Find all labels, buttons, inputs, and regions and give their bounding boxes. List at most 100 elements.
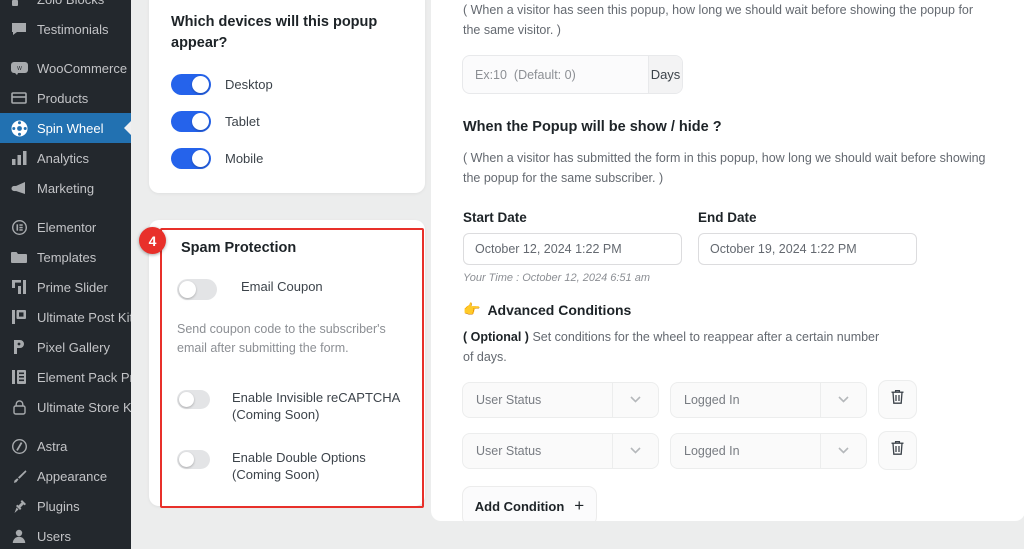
device-toggle-mobile[interactable]: Mobile bbox=[171, 148, 403, 170]
chevron-down-icon bbox=[820, 433, 866, 468]
sidebar-item-label: Elementor bbox=[37, 219, 97, 235]
show-hide-title: When the Popup will be show / hide ? bbox=[463, 119, 722, 135]
step-badge-4: 4 bbox=[139, 227, 166, 255]
sidebar-item-label: Spin Wheel bbox=[37, 120, 104, 136]
sidebar-item-pixel-gallery[interactable]: Pixel Gallery bbox=[0, 332, 131, 362]
sidebar-item-analytics[interactable]: Analytics bbox=[0, 143, 131, 173]
admin-screen: Zolo Blocks Testimonials W WooCommerce P… bbox=[0, 0, 1024, 549]
delete-condition-button[interactable] bbox=[879, 432, 916, 469]
sidebar-item-label: Testimonials bbox=[37, 21, 109, 37]
sidebar-item-plugins[interactable]: Plugins bbox=[0, 491, 131, 521]
sidebar-item-label: Astra bbox=[37, 438, 68, 454]
advanced-conditions-heading: 👉 Advanced Conditions bbox=[463, 301, 993, 318]
sidebar-item-label: Marketing bbox=[37, 180, 95, 196]
condition-value-value: Logged In bbox=[684, 443, 740, 458]
sidebar-item-label: Prime Slider bbox=[37, 279, 108, 295]
sidebar-item-label: Ultimate Post Kit bbox=[37, 309, 131, 325]
condition-field-value: User Status bbox=[476, 443, 542, 458]
element-pack-icon bbox=[9, 367, 29, 387]
condition-field-select[interactable]: User Status bbox=[463, 433, 658, 468]
optional-label: ( Optional ) bbox=[463, 330, 529, 344]
sidebar-item-prime-slider[interactable]: Prime Slider bbox=[0, 272, 131, 302]
advanced-conditions-description: ( Optional ) Set conditions for the whee… bbox=[463, 327, 883, 367]
sidebar-item-templates[interactable]: Templates bbox=[0, 242, 131, 272]
blocks-icon bbox=[9, 0, 29, 9]
device-toggle-label: Desktop bbox=[225, 76, 273, 92]
active-item-arrow bbox=[124, 120, 131, 136]
chevron-down-icon bbox=[820, 382, 866, 417]
tablet-switch[interactable] bbox=[171, 111, 211, 133]
plug-icon bbox=[9, 496, 29, 516]
sidebar-item-products[interactable]: Products bbox=[0, 83, 131, 113]
sidebar-item-label: Appearance bbox=[37, 468, 108, 484]
folder-icon bbox=[9, 247, 29, 267]
add-condition-button[interactable]: Add Condition + bbox=[463, 487, 596, 521]
recaptcha-row[interactable]: Enable Invisible reCAPTCHA (Coming Soon) bbox=[177, 389, 407, 424]
condition-field-value: User Status bbox=[476, 392, 542, 407]
sidebar-item-element-pack-pro[interactable]: Element Pack Pro bbox=[0, 362, 131, 392]
sidebar-item-users[interactable]: Users bbox=[0, 521, 131, 549]
spam-protection-title: Spam Protection bbox=[181, 240, 297, 257]
your-time-note: Your Time : October 12, 2024 6:51 am bbox=[463, 272, 651, 284]
sidebar-separator bbox=[0, 44, 131, 53]
sidebar-item-label: Pixel Gallery bbox=[37, 339, 110, 355]
sidebar-item-label: Ultimate Store Kit bbox=[37, 399, 131, 415]
sidebar-item-astra[interactable]: Astra bbox=[0, 431, 131, 461]
sidebar-item-elementor[interactable]: Elementor bbox=[0, 212, 131, 242]
settings-content: Which devices will this popup appear? De… bbox=[131, 0, 1024, 549]
wp-admin-sidebar: Zolo Blocks Testimonials W WooCommerce P… bbox=[0, 0, 131, 549]
chevron-down-icon bbox=[612, 433, 658, 468]
end-date-field[interactable]: October 19, 2024 1:22 PM bbox=[698, 233, 917, 265]
switch-knob bbox=[192, 113, 209, 131]
sidebar-item-marketing[interactable]: Marketing bbox=[0, 173, 131, 203]
analytics-bar-icon bbox=[9, 148, 29, 168]
devices-card: Which devices will this popup appear? De… bbox=[149, 0, 425, 194]
double-optin-row[interactable]: Enable Double Options (Coming Soon) bbox=[177, 449, 407, 484]
recaptcha-switch[interactable] bbox=[177, 389, 210, 409]
device-toggle-tablet[interactable]: Tablet bbox=[171, 111, 403, 133]
date-range: Start Date October 12, 2024 1:22 PM End … bbox=[463, 210, 993, 265]
switch-knob bbox=[179, 451, 194, 467]
condition-row: User Status Logged In bbox=[463, 432, 993, 469]
desktop-switch[interactable] bbox=[171, 74, 211, 96]
delete-condition-button[interactable] bbox=[879, 381, 916, 418]
sidebar-item-woocommerce[interactable]: W WooCommerce bbox=[0, 53, 131, 83]
post-kit-icon bbox=[9, 307, 29, 327]
sidebar-item-ultimate-post-kit[interactable]: Ultimate Post Kit bbox=[0, 302, 131, 332]
sidebar-item-ultimate-store-kit[interactable]: Ultimate Store Kit bbox=[0, 392, 131, 422]
start-date-field[interactable]: October 12, 2024 1:22 PM bbox=[463, 233, 682, 265]
device-toggle-label: Tablet bbox=[225, 113, 260, 129]
spam-extra-toggles: Enable Invisible reCAPTCHA (Coming Soon)… bbox=[177, 389, 407, 484]
astra-icon bbox=[9, 436, 29, 456]
sidebar-item-spin-wheel[interactable]: Spin Wheel bbox=[0, 113, 131, 143]
device-toggle-desktop[interactable]: Desktop bbox=[171, 74, 403, 96]
delay-days-group[interactable]: Days bbox=[463, 56, 682, 93]
sidebar-item-testimonials[interactable]: Testimonials bbox=[0, 14, 131, 44]
email-coupon-switch[interactable] bbox=[177, 279, 217, 301]
spam-protection-card: Spam Protection Email Coupon Send coupon… bbox=[149, 220, 425, 506]
sidebar-item-label: WooCommerce bbox=[37, 60, 128, 76]
sidebar-separator bbox=[0, 203, 131, 212]
email-coupon-row[interactable]: Email Coupon bbox=[177, 278, 407, 301]
sidebar-item-zolo-blocks[interactable]: Zolo Blocks bbox=[0, 0, 131, 14]
store-kit-lock-icon bbox=[9, 397, 29, 417]
sidebar-item-label: Plugins bbox=[37, 498, 80, 514]
chevron-down-icon bbox=[612, 382, 658, 417]
delay-days-input[interactable] bbox=[463, 56, 648, 93]
plus-icon: + bbox=[574, 496, 585, 515]
condition-value-select[interactable]: Logged In bbox=[671, 382, 866, 417]
megaphone-icon bbox=[9, 178, 29, 198]
condition-value-value: Logged In bbox=[684, 392, 740, 407]
add-condition-label: Add Condition bbox=[474, 498, 565, 514]
sidebar-item-label: Products bbox=[37, 90, 89, 106]
condition-value-select[interactable]: Logged In bbox=[671, 433, 866, 468]
delay-days-suffix: Days bbox=[648, 56, 682, 93]
mobile-switch[interactable] bbox=[171, 148, 211, 170]
double-optin-switch[interactable] bbox=[177, 449, 210, 469]
pointing-hand-icon: 👉 bbox=[463, 301, 481, 317]
sidebar-item-appearance[interactable]: Appearance bbox=[0, 461, 131, 491]
sidebar-item-label: Zolo Blocks bbox=[37, 0, 104, 6]
trash-icon bbox=[890, 440, 905, 461]
recaptcha-label: Enable Invisible reCAPTCHA (Coming Soon) bbox=[232, 389, 400, 423]
condition-field-select[interactable]: User Status bbox=[463, 382, 658, 417]
